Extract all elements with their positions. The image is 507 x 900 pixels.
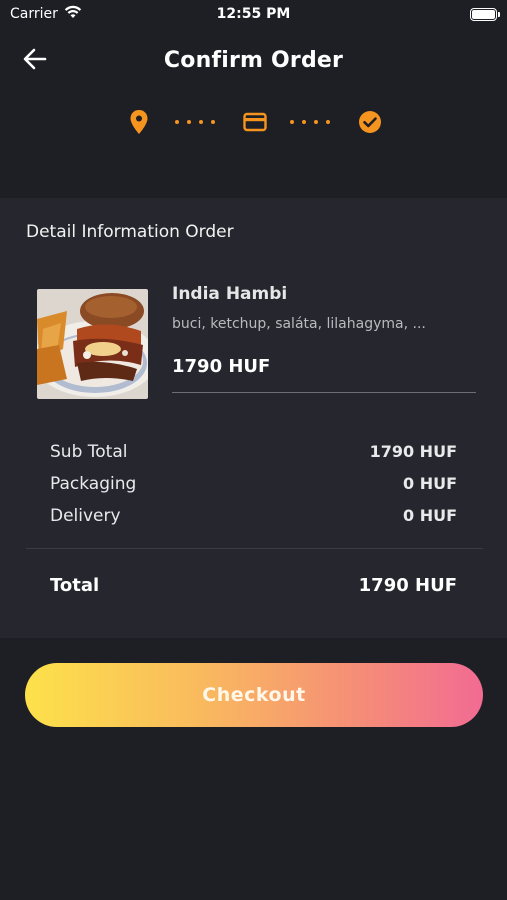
check-circle-icon xyxy=(356,108,384,136)
summary-divider xyxy=(26,548,483,549)
location-pin-icon xyxy=(125,108,153,136)
step-dots-2 xyxy=(290,120,330,124)
header: Confirm Order xyxy=(0,28,507,198)
delivery-label: Delivery xyxy=(50,506,121,526)
section-title: Detail Information Order xyxy=(26,222,234,242)
packaging-value: 0 HUF xyxy=(402,474,457,493)
item-price: 1790 HUF xyxy=(172,356,271,377)
delivery-row: Delivery 0 HUF xyxy=(50,506,457,526)
subtotal-row: Sub Total 1790 HUF xyxy=(50,442,457,462)
item-divider xyxy=(172,392,476,393)
total-value: 1790 HUF xyxy=(358,575,457,596)
page-title: Confirm Order xyxy=(163,48,344,73)
total-row: Total 1790 HUF xyxy=(50,575,457,596)
packaging-row: Packaging 0 HUF xyxy=(50,474,457,494)
order-detail-card: Detail Information Order India Hambi buc… xyxy=(0,198,507,638)
delivery-value: 0 HUF xyxy=(402,506,457,525)
status-time: 12:55 PM xyxy=(216,6,291,22)
status-bar: Carrier 12:55 PM xyxy=(0,0,507,28)
order-stepper xyxy=(0,108,507,138)
subtotal-label: Sub Total xyxy=(50,442,128,462)
checkout-button[interactable]: Checkout xyxy=(25,663,483,727)
credit-card-icon xyxy=(241,108,269,136)
item-name: India Hambi xyxy=(172,284,288,304)
step-dots-1 xyxy=(175,120,215,124)
item-description: buci, ketchup, saláta, lilahagyma, ... xyxy=(172,316,426,332)
battery-icon xyxy=(470,7,500,21)
subtotal-value: 1790 HUF xyxy=(369,442,457,461)
food-image xyxy=(37,289,148,399)
packaging-label: Packaging xyxy=(50,474,137,494)
total-label: Total xyxy=(50,575,100,596)
